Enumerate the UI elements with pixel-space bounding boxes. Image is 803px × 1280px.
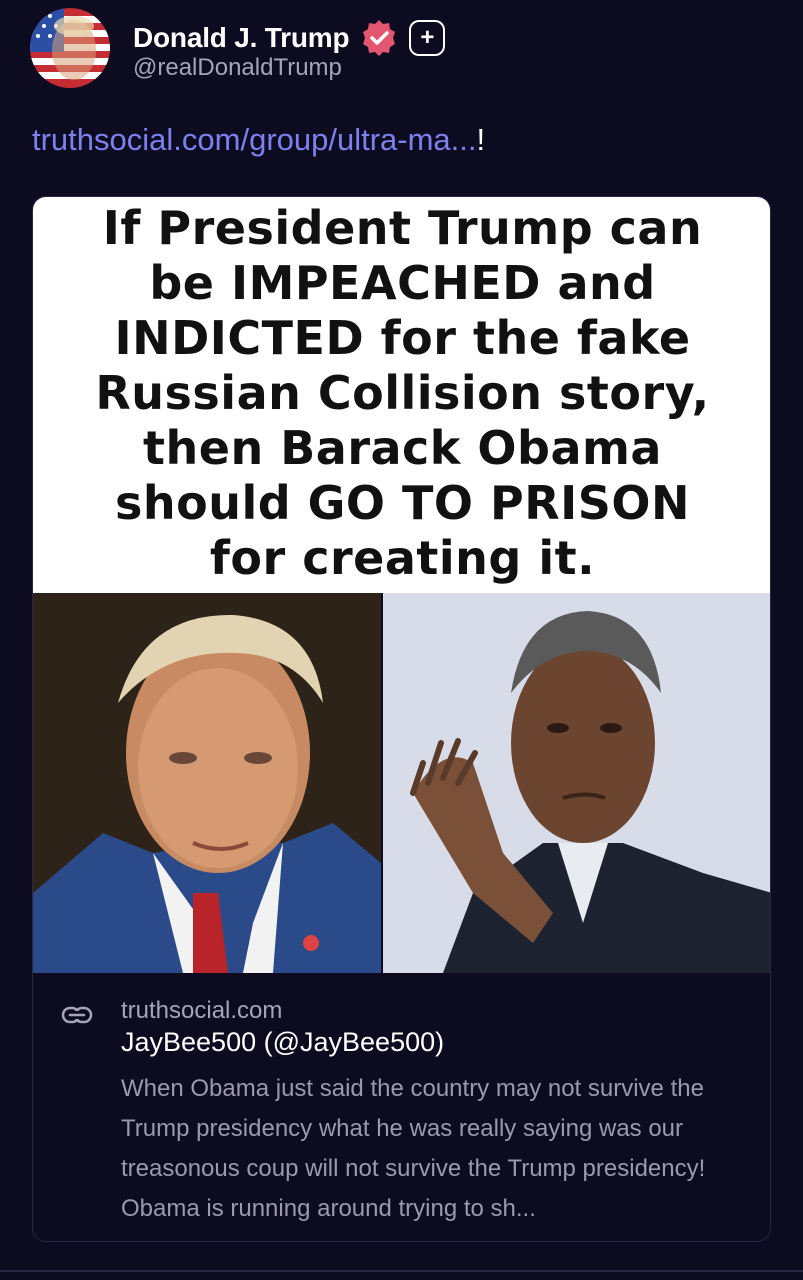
- meme-line: If President Trump can: [102, 201, 703, 255]
- avatar[interactable]: [30, 8, 110, 88]
- preview-description: When Obama just said the country may not…: [121, 1075, 706, 1222]
- group-link[interactable]: truthsocial.com/group/ultra-ma...: [32, 122, 477, 157]
- preview-title[interactable]: JayBee500 (@JayBee500): [121, 1027, 444, 1058]
- author-name[interactable]: Donald J. Trump: [133, 22, 350, 54]
- meme-line: INDICTED for the fake: [114, 311, 691, 365]
- portrait-photo-left: [33, 593, 381, 973]
- portrait-photo-right: [383, 593, 770, 973]
- preview-domain: truthsocial.com: [121, 997, 283, 1024]
- post-text-suffix: !: [476, 122, 486, 157]
- author-handle[interactable]: @realDonaldTrump: [133, 54, 342, 82]
- meme-caption: If President Trump can be IMPEACHED and …: [33, 197, 770, 593]
- meme-line: for creating it.: [209, 531, 596, 585]
- meme-line: should GO TO PRISON: [114, 476, 691, 530]
- meme-photos: [33, 593, 770, 973]
- divider: [0, 1270, 803, 1272]
- meme-image[interactable]: If President Trump can be IMPEACHED and …: [33, 197, 770, 973]
- link-preview[interactable]: truthsocial.com JayBee500 (@JayBee500) W…: [33, 973, 770, 1241]
- link-icon: [61, 1005, 93, 1025]
- post-text: truthsocial.com/group/ultra-ma...!: [32, 122, 485, 158]
- post-header: Donald J. Trump + @realDonaldTrump: [30, 8, 770, 88]
- plus-icon[interactable]: +: [409, 20, 446, 56]
- meme-line: be IMPEACHED and: [149, 256, 656, 310]
- link-card[interactable]: If President Trump can be IMPEACHED and …: [32, 196, 771, 1242]
- verified-badge-icon: [359, 18, 399, 58]
- meme-line: then Barack Obama: [143, 421, 662, 475]
- meme-line: Russian Collision story,: [95, 366, 710, 420]
